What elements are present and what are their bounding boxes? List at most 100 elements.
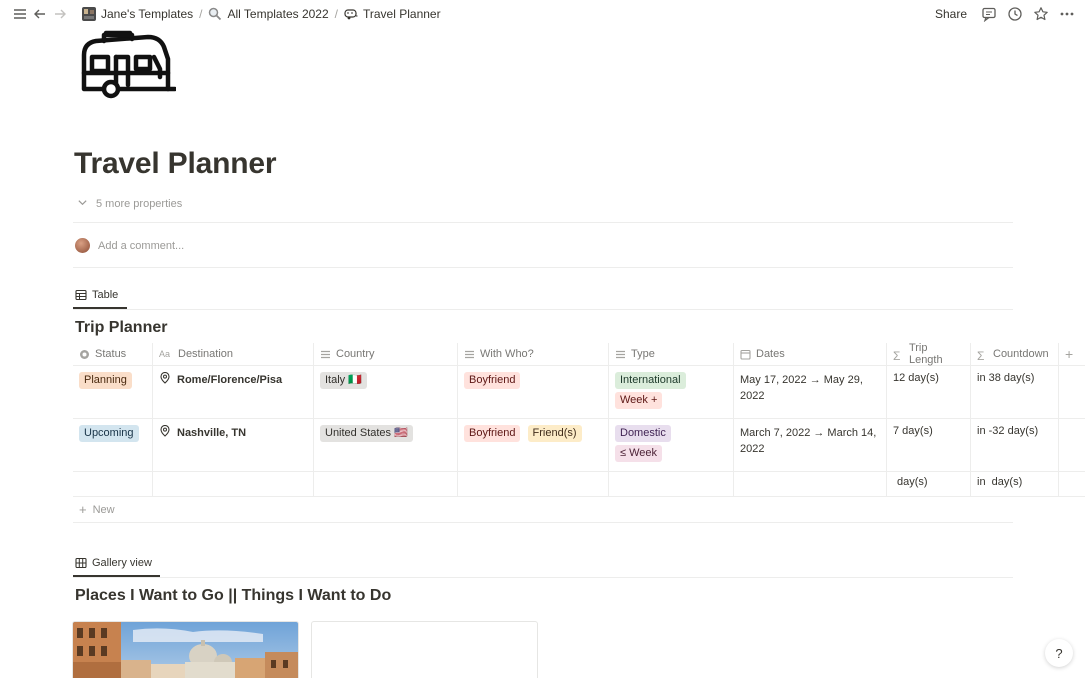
table-header-row: Status Aa Destination Country With Who? … bbox=[73, 342, 1085, 366]
trip-table: Status Aa Destination Country With Who? … bbox=[73, 342, 1085, 523]
country-tag: United States 🇺🇸 bbox=[320, 425, 413, 442]
destination-cell[interactable] bbox=[153, 472, 314, 496]
destination-link[interactable]: Nashville, TN bbox=[177, 427, 246, 439]
empty-cell bbox=[1059, 472, 1085, 496]
list-property-icon bbox=[464, 349, 475, 360]
column-label: Status bbox=[95, 348, 127, 360]
table-row[interactable]: Planning Rome/Florence/Pisa Italy 🇮🇹 Boy… bbox=[73, 366, 1085, 419]
topbar-actions: Share bbox=[929, 4, 1077, 24]
more-properties-label: 5 more properties bbox=[96, 198, 183, 210]
camper-icon bbox=[344, 7, 358, 21]
formula-sigma-icon: Σ bbox=[893, 348, 901, 363]
with-who-cell[interactable] bbox=[458, 472, 609, 496]
plus-icon: + bbox=[79, 502, 87, 517]
countdown-cell[interactable]: in -32 day(s) bbox=[971, 419, 1059, 471]
venice-cover-image bbox=[73, 622, 298, 678]
column-header-country[interactable]: Country bbox=[314, 343, 458, 365]
more-options-icon[interactable] bbox=[1057, 4, 1077, 24]
trip-length-cell[interactable]: day(s) bbox=[887, 472, 971, 496]
type-tag: International bbox=[615, 372, 686, 389]
column-header-destination[interactable]: Aa Destination bbox=[153, 343, 314, 365]
column-header-countdown[interactable]: Σ Countdown bbox=[971, 343, 1059, 365]
divider bbox=[73, 222, 1013, 223]
country-cell[interactable]: Italy 🇮🇹 bbox=[314, 366, 458, 418]
favorite-star-icon[interactable] bbox=[1031, 4, 1051, 24]
list-property-icon bbox=[320, 349, 331, 360]
divider bbox=[73, 309, 1013, 310]
status-cell[interactable] bbox=[73, 472, 153, 496]
companion-tag: Friend(s) bbox=[527, 425, 582, 442]
breadcrumb-label: Jane's Templates bbox=[101, 7, 194, 21]
table-row[interactable]: day(s) in day(s) bbox=[73, 472, 1085, 497]
countdown-value: in -32 day(s) bbox=[977, 425, 1039, 437]
new-row-button[interactable]: + New bbox=[73, 497, 1013, 523]
column-header-status[interactable]: Status bbox=[73, 343, 153, 365]
page-camper-icon[interactable] bbox=[78, 27, 178, 101]
countdown-cell[interactable]: in 38 day(s) bbox=[971, 366, 1059, 418]
destination-cell[interactable]: Nashville, TN bbox=[153, 419, 314, 471]
type-cell[interactable] bbox=[609, 472, 734, 496]
comment-placeholder: Add a comment... bbox=[98, 239, 185, 252]
breadcrumb-item-workspace[interactable]: Jane's Templates bbox=[78, 5, 197, 23]
trip-length-cell[interactable]: 7 day(s) bbox=[887, 419, 971, 471]
back-arrow-icon[interactable] bbox=[30, 4, 50, 24]
dates-cell[interactable]: March 7, 2022 → March 14, 2022 bbox=[734, 419, 887, 471]
page-title[interactable]: Travel Planner bbox=[74, 147, 277, 181]
trip-length-cell[interactable]: 12 day(s) bbox=[887, 366, 971, 418]
history-clock-icon[interactable] bbox=[1005, 4, 1025, 24]
comment-icon[interactable] bbox=[979, 4, 999, 24]
country-cell[interactable] bbox=[314, 472, 458, 496]
dates-cell[interactable]: May 17, 2022 → May 29, 2022 bbox=[734, 366, 887, 418]
top-bar: Jane's Templates / All Templates 2022 / … bbox=[0, 0, 1085, 28]
chevron-down-icon bbox=[77, 197, 88, 211]
trip-length-value: day(s) bbox=[897, 476, 928, 488]
trip-length-value: 12 day(s) bbox=[893, 372, 939, 384]
status-cell[interactable]: Upcoming bbox=[73, 419, 153, 471]
magnifier-icon bbox=[208, 7, 222, 21]
column-header-trip-length[interactable]: Σ Trip Length bbox=[887, 342, 971, 366]
countdown-cell[interactable]: in day(s) bbox=[971, 472, 1059, 496]
forward-arrow-icon[interactable] bbox=[50, 4, 70, 24]
empty-cell bbox=[1059, 419, 1085, 471]
column-label: Dates bbox=[756, 348, 785, 360]
more-properties-toggle[interactable]: 5 more properties bbox=[77, 197, 182, 211]
database-title[interactable]: Places I Want to Go || Things I Want to … bbox=[75, 587, 391, 605]
new-label: New bbox=[92, 503, 115, 516]
plus-icon: + bbox=[1065, 346, 1074, 362]
dates-cell[interactable] bbox=[734, 472, 887, 496]
gallery-card[interactable] bbox=[72, 621, 299, 678]
breadcrumb-separator: / bbox=[199, 7, 203, 21]
tab-label: Gallery view bbox=[92, 557, 152, 569]
with-who-cell[interactable]: Boyfriend bbox=[458, 366, 609, 418]
status-badge: Planning bbox=[79, 372, 132, 389]
destination-cell[interactable]: Rome/Florence/Pisa bbox=[153, 366, 314, 418]
type-tag: Domestic bbox=[615, 425, 671, 442]
gallery-grid-icon bbox=[75, 557, 87, 569]
divider bbox=[73, 267, 1013, 268]
list-property-icon bbox=[615, 349, 626, 360]
column-header-type[interactable]: Type bbox=[609, 343, 734, 365]
column-header-with-who[interactable]: With Who? bbox=[458, 343, 609, 365]
table-row[interactable]: Upcoming Nashville, TN United States 🇺🇸 … bbox=[73, 419, 1085, 472]
with-who-cell[interactable]: Boyfriend Friend(s) bbox=[458, 419, 609, 471]
breadcrumb-item-all-templates[interactable]: All Templates 2022 bbox=[204, 5, 332, 23]
type-tag: Week + bbox=[615, 392, 663, 409]
country-cell[interactable]: United States 🇺🇸 bbox=[314, 419, 458, 471]
destination-link[interactable]: Rome/Florence/Pisa bbox=[177, 374, 282, 386]
column-label: Type bbox=[631, 348, 655, 360]
add-column-button[interactable]: + bbox=[1059, 343, 1085, 365]
comment-box[interactable]: Add a comment... bbox=[75, 238, 184, 253]
column-header-dates[interactable]: Dates bbox=[734, 343, 887, 365]
status-cell[interactable]: Planning bbox=[73, 366, 153, 418]
breadcrumb-label: All Templates 2022 bbox=[227, 7, 329, 21]
database-title[interactable]: Trip Planner bbox=[75, 319, 167, 337]
type-cell[interactable]: International Week + bbox=[609, 366, 734, 418]
help-button[interactable]: ? bbox=[1045, 639, 1073, 667]
breadcrumb-item-travel-planner[interactable]: Travel Planner bbox=[340, 5, 445, 23]
sidebar-menu-icon[interactable] bbox=[10, 4, 30, 24]
gallery-card[interactable] bbox=[311, 621, 538, 678]
tab-table[interactable]: Table bbox=[75, 289, 118, 309]
tab-gallery-view[interactable]: Gallery view bbox=[75, 557, 152, 577]
share-button[interactable]: Share bbox=[929, 5, 973, 23]
type-cell[interactable]: Domestic ≤ Week bbox=[609, 419, 734, 471]
